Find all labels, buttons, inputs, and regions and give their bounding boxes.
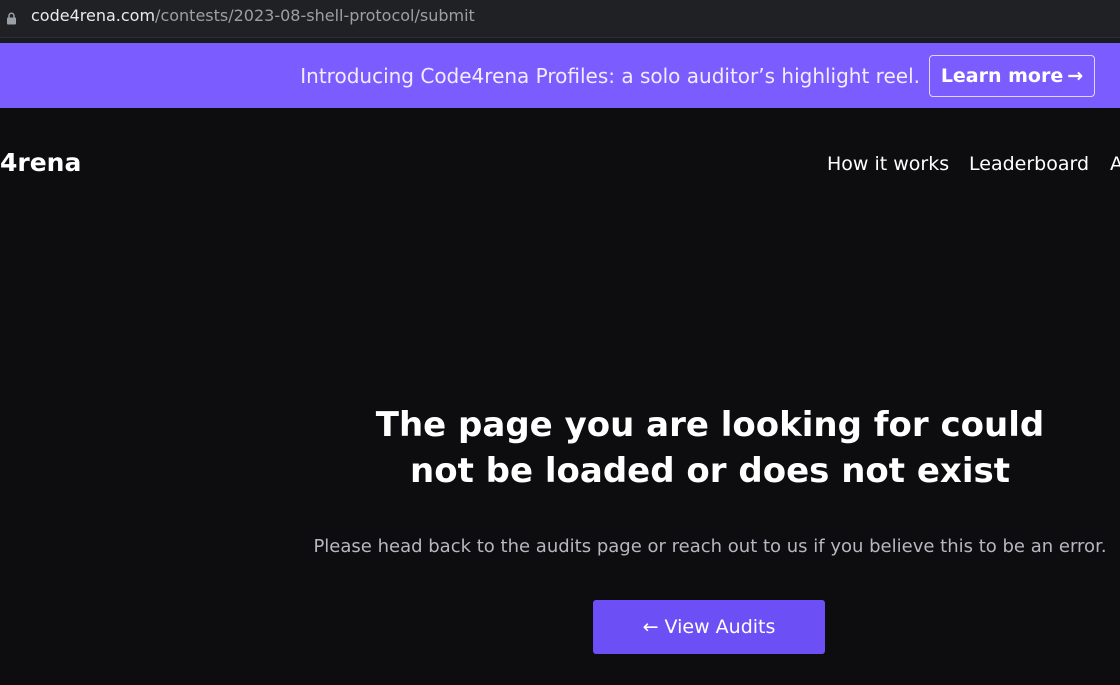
url-text[interactable]: code4rena.com/contests/2023-08-shell-pro…: [31, 6, 475, 26]
arrow-right-icon: →: [1067, 65, 1084, 87]
url-domain: code4rena.com: [31, 6, 156, 25]
nav-link-truncated[interactable]: A: [1110, 152, 1120, 176]
learn-more-button[interactable]: Learn more →: [929, 55, 1095, 97]
announcement-banner: Introducing Code4rena Profiles: a solo a…: [0, 43, 1120, 108]
url-path: /contests/2023-08-shell-protocol/submit: [155, 6, 475, 25]
view-audits-button[interactable]: ← View Audits: [593, 600, 825, 654]
learn-more-label: Learn more: [940, 65, 1064, 87]
error-message: Please head back to the audits page or r…: [313, 536, 1107, 557]
view-audits-label: View Audits: [664, 616, 776, 638]
lock-icon: [7, 12, 16, 25]
arrow-left-icon: ←: [642, 616, 659, 638]
nav-leaderboard[interactable]: Leaderboard: [969, 152, 1089, 176]
address-bar[interactable]: code4rena.com/contests/2023-08-shell-pro…: [0, 0, 1120, 38]
error-title: The page you are looking for could not b…: [375, 405, 1045, 491]
nav-how-it-works[interactable]: How it works: [827, 152, 949, 176]
site-logo[interactable]: 4rena: [0, 148, 81, 178]
banner-text: Introducing Code4rena Profiles: a solo a…: [300, 64, 920, 88]
